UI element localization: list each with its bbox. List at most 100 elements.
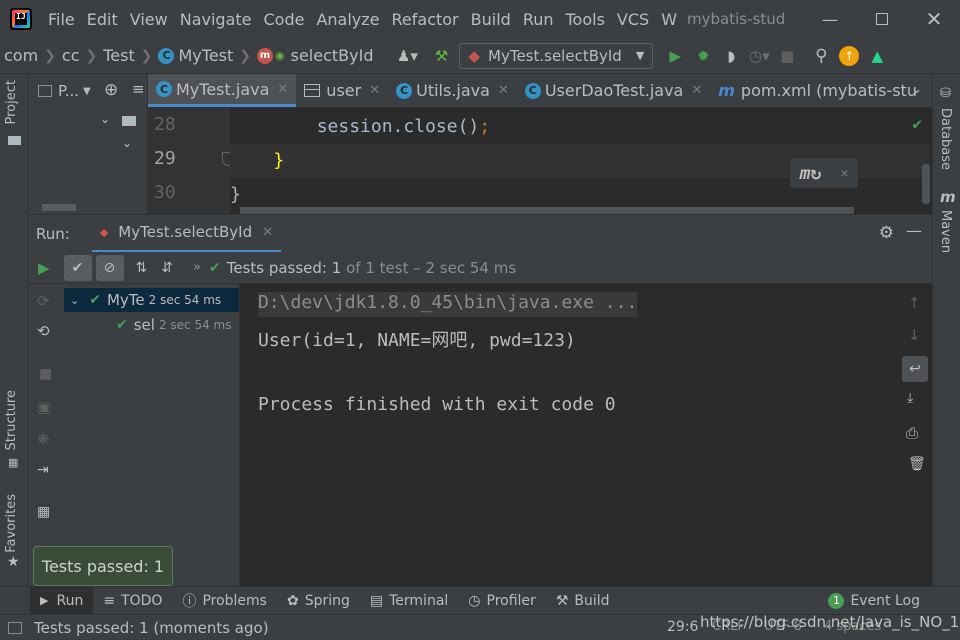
menu-code[interactable]: Code bbox=[258, 10, 311, 29]
tool-tab-maven[interactable]: Maven bbox=[938, 210, 953, 253]
run-tab-mytest-selectbyid[interactable]: ◆ MyTest.selectById ✕ bbox=[91, 215, 282, 253]
console-output[interactable]: D:\dev\jdk1.8.0_45\bin\java.exe ... User… bbox=[240, 284, 900, 586]
breadcrumb-com[interactable]: com bbox=[4, 46, 38, 65]
tool-tab-favorites[interactable]: Favorites bbox=[4, 494, 19, 553]
close-tab-icon[interactable]: ✕ bbox=[691, 83, 702, 98]
inspection-ok-icon[interactable]: ✔ bbox=[912, 114, 922, 133]
problems-icon: ⓘ bbox=[182, 593, 197, 610]
close-tab-icon[interactable]: ✕ bbox=[498, 83, 509, 98]
tool-tab-profiler[interactable]: ◷ Profiler bbox=[458, 587, 546, 615]
maven-reload-icon[interactable]: m↻ bbox=[800, 163, 822, 184]
breadcrumb-selectbyid[interactable]: m ◉ selectById bbox=[257, 46, 373, 65]
menu-refactor[interactable]: Refactor bbox=[386, 10, 465, 29]
menu-run[interactable]: Run bbox=[517, 10, 560, 29]
chevron-down-icon[interactable]: ⌄ bbox=[70, 294, 79, 307]
class-icon: C bbox=[524, 82, 541, 99]
rerun-failed-icon[interactable]: ⟳ bbox=[37, 292, 50, 310]
chevron-down-icon[interactable]: ⌄ bbox=[122, 136, 132, 150]
menu-window[interactable]: W bbox=[655, 10, 683, 29]
menu-navigate[interactable]: Navigate bbox=[174, 10, 258, 29]
tool-tab-spring[interactable]: ✿ Spring bbox=[277, 587, 360, 615]
menu-tools[interactable]: Tools bbox=[560, 10, 611, 29]
debug-icon[interactable]: ✹ bbox=[691, 44, 715, 68]
scroll-to-end-icon[interactable]: ⤓ bbox=[907, 390, 913, 406]
minimize-icon: — bbox=[822, 9, 838, 29]
layout-icon[interactable]: ▦ bbox=[37, 504, 50, 520]
menu-edit[interactable]: Edit bbox=[81, 10, 124, 29]
code-with-me-icon[interactable]: ▲ bbox=[865, 44, 889, 68]
settings-gear-icon[interactable]: ⚙ bbox=[879, 223, 894, 243]
update-icon[interactable]: ↑ bbox=[837, 44, 861, 68]
horizontal-scrollbar[interactable] bbox=[240, 207, 854, 214]
tab-pom-xml[interactable]: m pom.xml (mybatis-stu bbox=[710, 74, 925, 107]
tree-row-mytest[interactable]: ⌄ ✔ MyTe 2 sec 54 ms bbox=[64, 288, 239, 312]
code-editor[interactable]: session.close(); } } ✔ m↻ ✕ bbox=[230, 108, 932, 214]
import-tests-icon[interactable]: ⇥ bbox=[37, 462, 49, 478]
camera-icon[interactable]: ▣ bbox=[37, 398, 51, 416]
profile-icon[interactable]: ◷▾ bbox=[747, 44, 771, 68]
show-passed-toggle[interactable]: ✔ bbox=[63, 254, 92, 281]
stop-icon[interactable]: ■ bbox=[775, 44, 799, 68]
minimize-panel-icon[interactable]: — bbox=[906, 221, 922, 240]
restore-layout-icon[interactable]: ❋ bbox=[37, 430, 50, 448]
menu-vcs[interactable]: VCS bbox=[611, 10, 655, 29]
event-log-button[interactable]: 1 Event Log bbox=[818, 587, 930, 615]
tab-utils-java[interactable]: C Utils.java ✕ bbox=[388, 74, 517, 107]
chevron-down-icon: ▼ bbox=[635, 49, 645, 62]
user-icon[interactable]: ♟▾ bbox=[395, 44, 419, 68]
stop-icon[interactable]: ■ bbox=[39, 366, 52, 382]
breadcrumb-cc[interactable]: cc bbox=[62, 46, 80, 65]
horizontal-scrollbar[interactable] bbox=[42, 204, 76, 211]
expand-icon[interactable]: ≡ bbox=[132, 80, 145, 98]
more-actions-icon[interactable]: » bbox=[193, 260, 201, 275]
breadcrumb-test[interactable]: Test bbox=[103, 46, 135, 65]
close-tab-icon[interactable]: ✕ bbox=[369, 83, 380, 98]
menu-analyze[interactable]: Analyze bbox=[310, 10, 385, 29]
sort-alphabetically-icon[interactable]: ⇅ bbox=[136, 260, 148, 276]
minimize-button[interactable]: — bbox=[804, 0, 856, 38]
build-hammer-icon[interactable]: ⚒ bbox=[429, 44, 453, 68]
chevron-down-icon[interactable]: ⌄ bbox=[100, 112, 110, 126]
scroll-down-icon[interactable]: ↓ bbox=[908, 326, 921, 344]
print-icon[interactable]: ⎙ bbox=[906, 424, 918, 442]
tool-tab-project[interactable]: Project bbox=[4, 80, 19, 124]
tool-tab-run[interactable]: ▶ Run bbox=[30, 586, 94, 615]
tree-row-selectbyid[interactable]: ✔ sel 2 sec 54 ms bbox=[64, 313, 239, 337]
clear-trash-icon[interactable]: 🗑 bbox=[908, 456, 926, 472]
tool-tab-problems[interactable]: ⓘ Problems bbox=[172, 587, 277, 615]
breadcrumb-mytest[interactable]: C MyTest bbox=[158, 46, 233, 65]
toggle-auto-test-icon[interactable]: ⟲ bbox=[37, 322, 50, 340]
tab-userdaotest-java[interactable]: C UserDaoTest.java ✕ bbox=[517, 74, 710, 107]
menu-view[interactable]: View bbox=[124, 10, 174, 29]
show-ignored-icon[interactable]: ⊘ bbox=[95, 254, 124, 281]
tool-tab-todo[interactable]: ≡ TODO bbox=[93, 587, 172, 615]
run-configuration-selector[interactable]: ◆ MyTest.selectById ▼ bbox=[459, 42, 654, 69]
close-tab-icon[interactable]: ✕ bbox=[277, 82, 288, 97]
run-icon[interactable]: ▶ bbox=[663, 44, 687, 68]
tab-mytest-java[interactable]: C MyTest.java ✕ bbox=[148, 74, 297, 107]
tool-tab-structure[interactable]: Structure bbox=[4, 390, 19, 450]
scroll-up-icon[interactable]: ↑ bbox=[908, 294, 921, 312]
sort-by-duration-icon[interactable]: ⇵ bbox=[161, 260, 173, 276]
close-button[interactable]: ✕ bbox=[908, 0, 960, 38]
caret-position[interactable]: 29:6 bbox=[667, 619, 698, 635]
project-view-selector[interactable]: P... ▼ bbox=[38, 82, 91, 100]
menu-build[interactable]: Build bbox=[465, 10, 517, 29]
tool-tab-build[interactable]: ⚒ Build bbox=[546, 587, 620, 615]
rerun-icon[interactable]: ▶ bbox=[38, 259, 50, 277]
search-icon[interactable]: ⚲ bbox=[809, 44, 833, 68]
tool-tab-database[interactable]: Database bbox=[938, 108, 953, 170]
coverage-icon[interactable]: ◗ bbox=[719, 44, 743, 68]
vertical-scrollbar[interactable] bbox=[922, 164, 930, 204]
tab-user[interactable]: user ✕ bbox=[296, 74, 388, 107]
close-tab-icon[interactable]: ✕ bbox=[262, 225, 273, 240]
close-icon[interactable]: ✕ bbox=[841, 166, 849, 181]
soft-wrap-icon[interactable]: ↩ bbox=[902, 356, 928, 382]
locate-icon[interactable]: ⊕ bbox=[104, 80, 118, 100]
tool-tab-terminal[interactable]: ▤ Terminal bbox=[360, 587, 458, 615]
maven-reload-popup[interactable]: m↻ ✕ bbox=[790, 158, 858, 188]
tab-list-chevron-icon[interactable]: ⌄ bbox=[911, 82, 922, 97]
maximize-button[interactable] bbox=[856, 0, 908, 38]
pass-check-icon: ✔ bbox=[208, 259, 221, 276]
menu-file[interactable]: File bbox=[42, 10, 81, 29]
